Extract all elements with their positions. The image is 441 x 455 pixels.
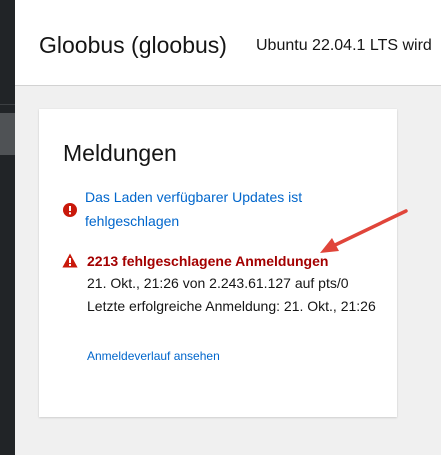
error-circle-icon <box>63 203 77 217</box>
os-version: Ubuntu 22.04.1 LTS wird <box>256 37 432 54</box>
last-successful-login-detail: Letzte erfolgreiche Anmeldung: 21. Okt.,… <box>87 298 376 314</box>
notifications-card: Meldungen Das Laden verfügbarer Updates … <box>39 109 397 417</box>
last-failed-login-detail: 21. Okt., 21:26 von 2.243.61.127 auf pts… <box>87 275 349 291</box>
page-header: Gloobus (gloobus) Ubuntu 22.04.1 LTS wir… <box>15 0 441 86</box>
warning-triangle-icon <box>62 253 78 268</box>
card-title: Meldungen <box>63 140 177 166</box>
host-title: Gloobus (gloobus) <box>39 32 227 58</box>
left-navigation-strip <box>0 0 15 455</box>
nav-active-item[interactable] <box>0 113 15 155</box>
nav-divider <box>0 104 15 105</box>
updates-failed-link[interactable]: Das Laden verfügbarer Updates ist fehlge… <box>85 185 375 233</box>
failed-logins-details: 21. Okt., 21:26 von 2.243.61.127 auf pts… <box>87 272 387 318</box>
login-history-link[interactable]: Anmeldeverlauf ansehen <box>87 347 220 365</box>
failed-logins-title: 2213 fehlgeschlagene Anmeldungen <box>87 253 329 269</box>
